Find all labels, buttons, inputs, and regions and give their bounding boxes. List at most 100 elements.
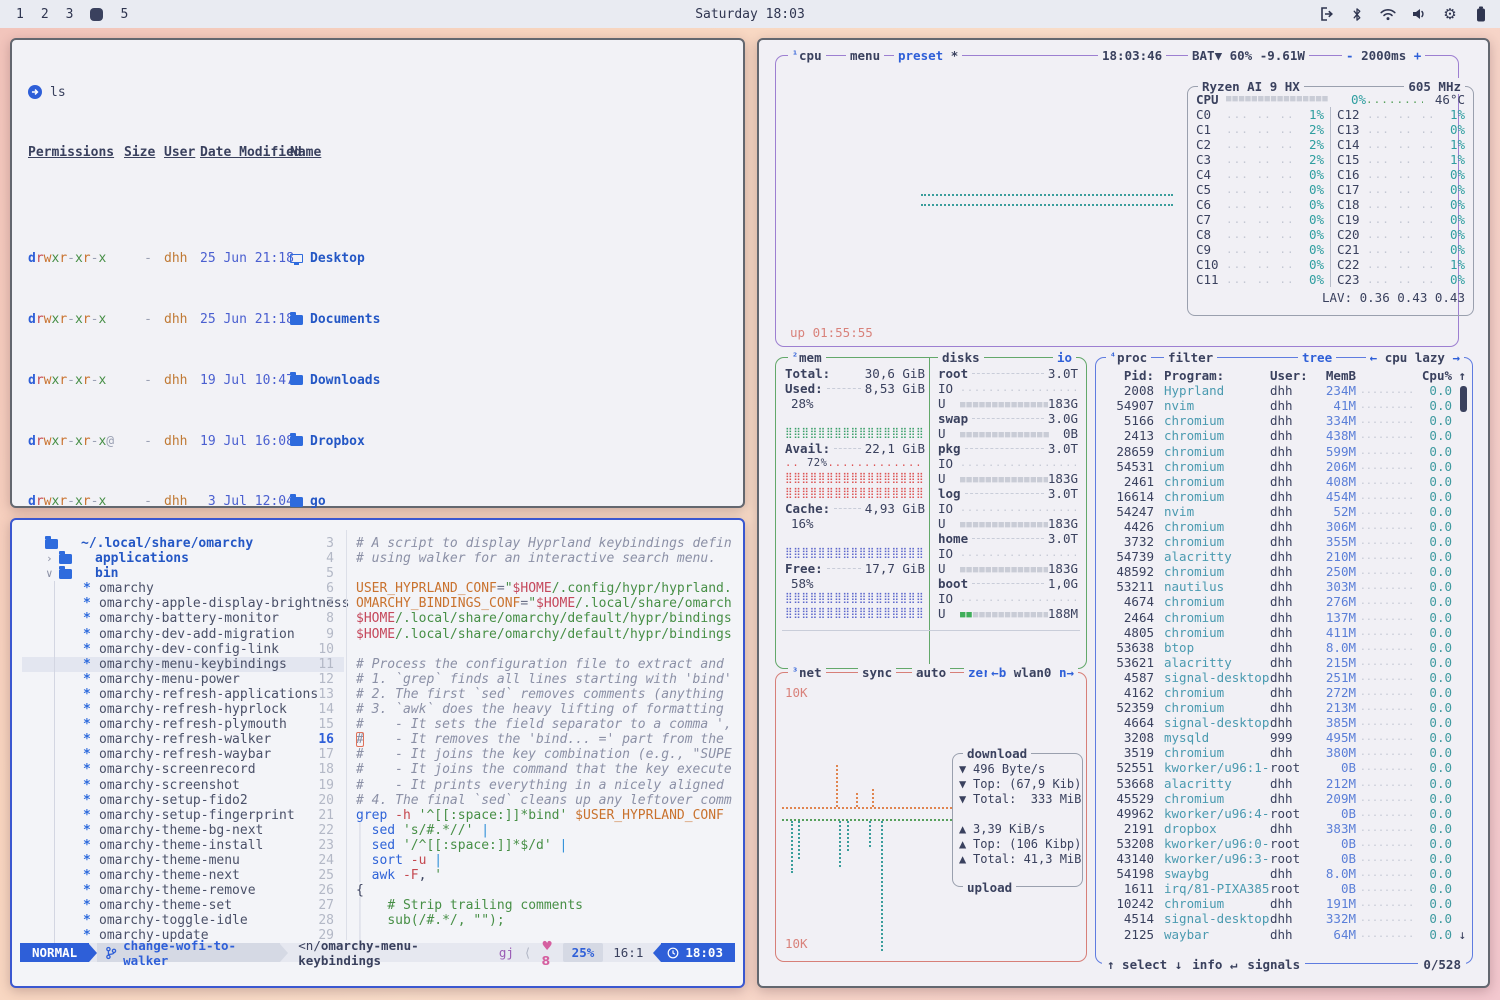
process-row[interactable]: 3519 chromium dhh 380M ......... 0.0 — [1096, 745, 1472, 760]
process-row[interactable]: 54247 nvim dhh 52M ......... 0.0 — [1096, 504, 1472, 519]
tree-item[interactable]: * omarchy-theme-next — [22, 868, 344, 883]
process-row[interactable]: 4805 chromium dhh 411M ......... 0.0 — [1096, 625, 1472, 640]
tree-item[interactable]: * omarchy-screenshot — [22, 778, 344, 793]
logout-icon[interactable] — [1317, 5, 1335, 23]
wifi-icon[interactable] — [1379, 5, 1397, 23]
process-row[interactable]: 53638 btop dhh 8.0M ......... 0.0 — [1096, 640, 1472, 655]
process-row[interactable]: 3732 chromium dhh 355M ......... 0.0 — [1096, 534, 1472, 549]
process-row[interactable]: 53621 alacritty dhh 215M ......... 0.0 — [1096, 655, 1472, 670]
process-row[interactable]: 16614 chromium dhh 454M ......... 0.0 — [1096, 489, 1472, 504]
system-monitor-window[interactable]: ¹cpu menu preset * 18:03:46 BAT▼ 60% -9.… — [757, 38, 1490, 988]
net-sync-button[interactable]: sync — [858, 664, 896, 680]
process-row[interactable]: 2008 Hyprland dhh 234M ......... 0.0 — [1096, 383, 1472, 398]
proc-filter-button[interactable]: filter — [1164, 349, 1217, 365]
tree-item[interactable]: * omarchy-screenrecord — [22, 762, 344, 777]
refresh-interval[interactable]: - 2000ms + — [1342, 47, 1425, 63]
terminal-window[interactable]: ls Permissions Size User Date Modified N… — [10, 38, 745, 508]
volume-icon[interactable] — [1410, 5, 1428, 23]
git-branch-segment[interactable]: change-wofi-to-walker — [97, 943, 280, 962]
process-row[interactable]: 10242 chromium dhh 191M ......... 0.0 — [1096, 896, 1472, 911]
select-hint[interactable]: ↑ select ↓ — [1102, 957, 1187, 972]
process-row[interactable]: 52359 chromium dhh 213M ......... 0.0 — [1096, 700, 1472, 715]
tree-item[interactable]: › applications — [22, 551, 344, 566]
tree-item[interactable]: * omarchy-theme-set — [22, 898, 344, 913]
proc-header-cpu[interactable]: Cpu% — [1418, 368, 1452, 383]
mem-tab[interactable]: ²mem — [788, 349, 826, 365]
process-row[interactable]: 4426 chromium dhh 306M ......... 0.0 — [1096, 519, 1472, 534]
menu-button[interactable]: menu — [846, 47, 884, 63]
tree-item[interactable]: ~/.local/share/omarchy — [22, 536, 344, 551]
process-row[interactable]: 52551 kworker/u96:1-co root 0B .........… — [1096, 760, 1472, 775]
tree-item[interactable]: * omarchy-refresh-applications — [22, 687, 344, 702]
process-row[interactable]: 4664 signal-desktop dhh 385M ......... 0… — [1096, 715, 1472, 730]
process-row[interactable]: 53211 nautilus dhh 303M ......... 0.0 — [1096, 579, 1472, 594]
tree-item[interactable]: * omarchy-refresh-plymouth — [22, 717, 344, 732]
proc-header-mem[interactable]: MemB — [1312, 368, 1356, 383]
proc-tree-button[interactable]: tree — [1298, 349, 1336, 365]
executable-star-icon: * — [83, 913, 99, 928]
proc-tab[interactable]: ⁴proc — [1106, 349, 1151, 365]
battery-icon[interactable] — [1472, 5, 1490, 23]
process-row[interactable]: 2464 chromium dhh 137M ......... 0.0 — [1096, 610, 1472, 625]
process-row[interactable]: 49962 kworker/u96:4-gf root 0B .........… — [1096, 806, 1472, 821]
tree-item[interactable]: ∨ bin — [22, 566, 344, 581]
process-row[interactable]: 54531 chromium dhh 206M ......... 0.0 — [1096, 459, 1472, 474]
tree-item[interactable]: * omarchy-refresh-hyprlock — [22, 702, 344, 717]
process-row[interactable]: 3208 mysqld 999 495M ......... 0.0 — [1096, 730, 1472, 745]
tree-item[interactable]: * omarchy-setup-fido2 — [22, 793, 344, 808]
tree-item[interactable]: * omarchy-theme-bg-next — [22, 823, 344, 838]
tree-item[interactable]: * omarchy-dev-config-link — [22, 642, 344, 657]
process-row[interactable]: 48592 chromium dhh 250M ......... 0.0 — [1096, 564, 1472, 579]
proc-header-user[interactable]: User: — [1270, 368, 1312, 383]
tree-item[interactable]: * omarchy-apple-display-brightness — [22, 596, 344, 611]
tree-item[interactable]: * omarchy-refresh-walker — [22, 732, 344, 747]
info-hint[interactable]: info ↵ — [1187, 957, 1242, 972]
process-row[interactable]: 2461 chromium dhh 408M ......... 0.0 — [1096, 474, 1472, 489]
tree-item[interactable]: * omarchy-setup-fingerprint — [22, 808, 344, 823]
tree-item[interactable]: * omarchy-dev-add-migration — [22, 627, 344, 642]
proc-header-pid[interactable]: Pid: — [1104, 368, 1154, 383]
process-row[interactable]: 53208 kworker/u96:0-sd root 0B .........… — [1096, 836, 1472, 851]
process-row[interactable]: 4162 chromium dhh 272M ......... 0.0 — [1096, 685, 1472, 700]
process-row[interactable]: 1611 irq/81-PIXA3854: root 0B ......... … — [1096, 881, 1472, 896]
process-row[interactable]: 5166 chromium dhh 334M ......... 0.0 — [1096, 413, 1472, 428]
tree-item[interactable]: * omarchy-theme-menu — [22, 853, 344, 868]
preset-button[interactable]: preset * — [894, 47, 962, 63]
process-row[interactable]: 54907 nvim dhh 41M ......... 0.0 — [1096, 398, 1472, 413]
tree-item[interactable]: * omarchy-battery-monitor — [22, 611, 344, 626]
disks-tab[interactable]: disks — [938, 349, 984, 365]
tree-item[interactable]: * omarchy — [22, 581, 344, 596]
process-row[interactable]: 28659 chromium dhh 599M ......... 0.0 — [1096, 443, 1472, 458]
tree-item[interactable]: * omarchy-menu-power — [22, 672, 344, 687]
process-row[interactable]: 54198 swaybg dhh 8.0M ......... 0.0 — [1096, 866, 1472, 881]
net-interface-switcher[interactable]: ←b wlan0 n→ — [987, 664, 1078, 680]
process-row[interactable]: 43140 kworker/u96:3-sd root 0B .........… — [1096, 851, 1472, 866]
process-row[interactable]: 2125 waybar dhh 64M ......... 0.0 ↓ — [1096, 926, 1472, 941]
settings-gear-icon[interactable]: ⚙ — [1441, 5, 1459, 23]
process-row[interactable]: 54739 alacritty dhh 210M ......... 0.0 — [1096, 549, 1472, 564]
process-row[interactable]: 53668 alacritty dhh 212M ......... 0.0 — [1096, 776, 1472, 791]
proc-header-program[interactable]: Program: — [1154, 368, 1270, 383]
bluetooth-icon[interactable] — [1348, 5, 1366, 23]
code-pane[interactable]: 3 # A script to display Hyprland keybind… — [312, 536, 739, 944]
process-row[interactable]: 4514 signal-desktop dhh 332M ......... 0… — [1096, 911, 1472, 926]
process-row[interactable]: 4674 chromium dhh 276M ......... 0.0 — [1096, 594, 1472, 609]
process-row[interactable]: 4587 signal-desktop dhh 251M ......... 0… — [1096, 670, 1472, 685]
net-tab[interactable]: ³net — [788, 664, 826, 680]
proc-sort-selector[interactable]: ← cpu lazy → — [1366, 349, 1464, 365]
cpu-tab[interactable]: ¹cpu — [788, 47, 826, 63]
sort-direction-icon[interactable]: ↑ — [1452, 368, 1466, 383]
tree-item[interactable]: * omarchy-theme-install — [22, 838, 344, 853]
editor-window[interactable]: ~/.local/share/omarchy › applications ∨ … — [10, 518, 745, 988]
process-row[interactable]: 2191 dropbox dhh 383M ......... 0.0 — [1096, 821, 1472, 836]
proc-scrollbar[interactable] — [1460, 386, 1467, 412]
tree-item[interactable]: * omarchy-toggle-idle — [22, 913, 344, 928]
io-toggle[interactable]: io — [1053, 349, 1076, 365]
signals-hint[interactable]: signals — [1242, 957, 1305, 972]
process-row[interactable]: 45529 chromium dhh 209M ......... 0.0 — [1096, 791, 1472, 806]
tree-item[interactable]: * omarchy-theme-remove — [22, 883, 344, 898]
tree-item[interactable]: * omarchy-refresh-waybar — [22, 747, 344, 762]
process-row[interactable]: 2413 chromium dhh 438M ......... 0.0 — [1096, 428, 1472, 443]
net-auto-button[interactable]: auto — [912, 664, 950, 680]
tree-item[interactable]: * omarchy-menu-keybindings — [22, 657, 344, 672]
